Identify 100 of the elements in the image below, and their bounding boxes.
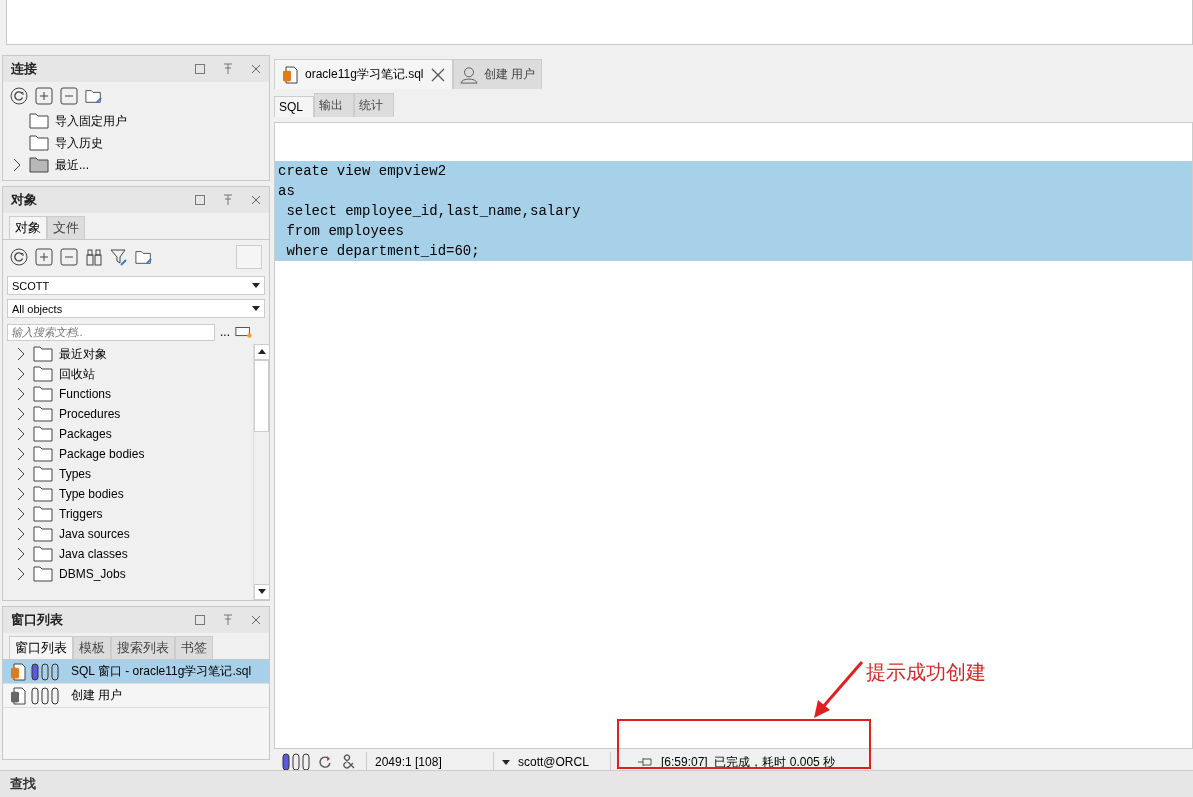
- object-type-dropdown[interactable]: All objects: [7, 299, 265, 318]
- tree-item[interactable]: Functions: [3, 384, 253, 404]
- tree-item[interactable]: Package bodies: [3, 444, 253, 464]
- filter-wrench-icon[interactable]: [110, 248, 128, 266]
- add-icon[interactable]: [35, 248, 53, 266]
- chevron-right-icon[interactable]: [15, 527, 27, 541]
- folder-wrench-icon[interactable]: [135, 248, 153, 266]
- more-button[interactable]: ...: [220, 325, 230, 339]
- window-list-item[interactable]: SQL 窗口 - oracle11g学习笔记.sql: [3, 660, 269, 684]
- search-field[interactable]: 输入搜索文档..: [7, 323, 215, 341]
- up-arrow-icon: [257, 349, 266, 354]
- user-icon: [459, 65, 478, 84]
- chevron-right-icon[interactable]: [15, 567, 27, 581]
- window-list-item[interactable]: 创建 用户: [3, 684, 269, 708]
- document-tab[interactable]: 创建 用户: [452, 59, 542, 89]
- folder-icon: [33, 506, 53, 522]
- document-database-icon: [9, 662, 27, 681]
- tree-item[interactable]: Type bodies: [3, 484, 253, 504]
- item-label: Triggers: [59, 507, 103, 521]
- schema-dropdown[interactable]: SCOTT: [7, 276, 265, 295]
- maximize-button[interactable]: [195, 195, 205, 205]
- tree-item[interactable]: Types: [3, 464, 253, 484]
- chevron-right-icon[interactable]: [15, 547, 27, 561]
- tree-item[interactable]: Triggers: [3, 504, 253, 524]
- item-label: 最近对象: [59, 345, 107, 363]
- scroll-down-button[interactable]: [253, 584, 269, 600]
- item-label: Java sources: [59, 527, 130, 541]
- maximize-button[interactable]: [195, 64, 205, 74]
- chevron-right-icon[interactable]: [15, 407, 27, 421]
- tree-item[interactable]: Java classes: [3, 544, 253, 564]
- tree-item[interactable]: Procedures: [3, 404, 253, 424]
- panel-tab[interactable]: 书签: [175, 636, 213, 659]
- editor-tab[interactable]: SQL: [274, 96, 314, 117]
- remove-icon[interactable]: [60, 248, 78, 266]
- tree-item[interactable]: Java sources: [3, 524, 253, 544]
- chevron-right-icon[interactable]: [15, 467, 27, 481]
- folder-icon: [33, 466, 53, 482]
- item-label: Types: [59, 467, 91, 481]
- item-label: Packages: [59, 427, 112, 441]
- folder-icon: [33, 526, 53, 542]
- tree-item[interactable]: 最近对象: [3, 344, 253, 364]
- document-database-icon: [281, 65, 299, 84]
- panel-tab[interactable]: 对象: [9, 216, 47, 239]
- binoculars-icon[interactable]: [85, 248, 103, 266]
- editor-tab[interactable]: 输出: [314, 93, 354, 117]
- connection-item[interactable]: 导入历史: [3, 132, 269, 154]
- item-label: 创建 用户: [71, 687, 123, 704]
- chevron-right-icon[interactable]: [15, 487, 27, 501]
- close-icon[interactable]: [429, 66, 446, 83]
- scrollbar[interactable]: [253, 344, 269, 600]
- item-label: Type bodies: [59, 487, 124, 501]
- panel-title: 查找: [10, 775, 36, 793]
- folder-wrench-icon[interactable]: [85, 87, 103, 105]
- dropdown-arrow-icon[interactable]: [502, 759, 510, 765]
- maximize-button[interactable]: [195, 615, 205, 625]
- scroll-up-button[interactable]: [253, 344, 269, 360]
- tree-item[interactable]: 回收站: [3, 364, 253, 384]
- chevron-right-icon[interactable]: [15, 427, 27, 441]
- refresh-icon[interactable]: [10, 87, 28, 105]
- scroll-thumb[interactable]: [254, 360, 269, 432]
- chevron-right-icon[interactable]: [15, 507, 27, 521]
- panel-tab[interactable]: 模板: [73, 636, 111, 659]
- chevron-right-icon[interactable]: [15, 367, 27, 381]
- status-message: [6:59:07] 已完成，耗时 0.005 秒: [661, 753, 836, 771]
- item-label: Package bodies: [59, 447, 145, 461]
- folder-icon: [29, 113, 49, 129]
- panel-tab[interactable]: 文件: [47, 216, 85, 239]
- connection-item[interactable]: 最近...: [3, 154, 269, 176]
- folder-icon: [33, 546, 53, 562]
- chevron-right-icon[interactable]: [15, 447, 27, 461]
- chevron-right-icon[interactable]: [15, 347, 27, 361]
- folder-icon: [33, 406, 53, 422]
- folder-icon: [29, 157, 49, 173]
- folder-icon: [33, 366, 53, 382]
- down-arrow-icon: [257, 589, 266, 594]
- document-database-icon: [9, 686, 27, 705]
- folder-icon: [33, 486, 53, 502]
- refresh-icon[interactable]: [316, 753, 334, 771]
- panel-tab[interactable]: 搜索列表: [111, 636, 175, 659]
- chevron-right-icon[interactable]: [15, 387, 27, 401]
- add-icon[interactable]: [35, 87, 53, 105]
- document-tab[interactable]: oracle11g学习笔记.sql: [274, 59, 453, 89]
- editor-tab[interactable]: 统计: [354, 93, 394, 117]
- remove-icon[interactable]: [60, 87, 78, 105]
- folder-icon: [33, 446, 53, 462]
- tree-item[interactable]: DBMS_Jobs: [3, 564, 253, 584]
- chevron-right-icon[interactable]: [11, 158, 23, 172]
- folder-icon: [29, 135, 49, 151]
- folder-icon: [33, 426, 53, 442]
- folder-icon: [33, 386, 53, 402]
- panel-title: 对象: [11, 191, 38, 209]
- item-label: 导入固定用户: [55, 112, 127, 130]
- tree-item[interactable]: Packages: [3, 424, 253, 444]
- folder-icon: [33, 346, 53, 362]
- connection-item[interactable]: 导入固定用户: [3, 110, 269, 132]
- panel-title: 连接: [11, 60, 38, 78]
- panel-tab[interactable]: 窗口列表: [9, 636, 73, 659]
- status-bars-icon: [282, 753, 310, 771]
- status-bars-icon: [31, 686, 59, 705]
- refresh-icon[interactable]: [10, 248, 28, 266]
